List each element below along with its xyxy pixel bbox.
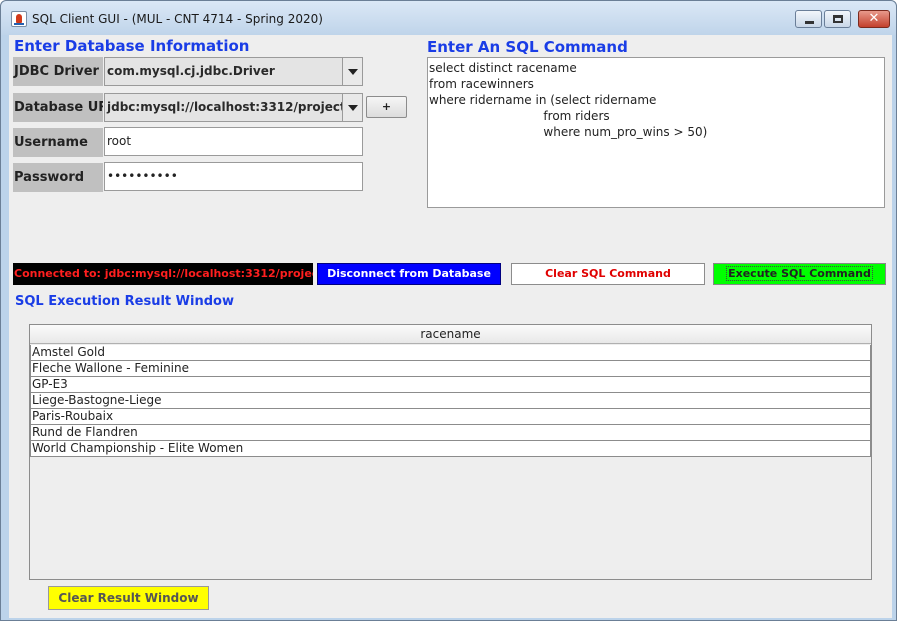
database-url-select[interactable]: jdbc:mysql://localhost:3312/project3 — [104, 93, 363, 122]
close-button[interactable]: ✕ — [858, 10, 890, 28]
title-bar: SQL Client GUI - (MUL - CNT 4714 - Sprin… — [1, 1, 896, 35]
password-field[interactable]: •••••••••• — [104, 162, 363, 191]
sql-line: where ridername in (select ridername — [429, 93, 657, 107]
result-table[interactable]: racename Amstel Gold Fleche Wallone - Fe… — [29, 324, 872, 580]
jdbc-driver-label: JDBC Driver — [13, 57, 103, 86]
minimize-button[interactable] — [795, 10, 822, 28]
execute-sql-label: Execute SQL Command — [726, 266, 873, 281]
sql-line: where num_pro_wins > 50) — [429, 125, 708, 139]
maximize-button[interactable] — [824, 10, 851, 28]
connection-status: Connected to: jdbc:mysql://localhost:331… — [13, 263, 313, 285]
jdbc-driver-select[interactable]: com.mysql.cj.jdbc.Driver — [104, 57, 363, 86]
disconnect-button[interactable]: Disconnect from Database — [317, 263, 501, 285]
password-label: Password — [13, 163, 103, 192]
java-app-icon — [11, 11, 27, 27]
chevron-down-icon[interactable] — [342, 94, 362, 121]
sql-line: from racewinners — [429, 77, 534, 91]
close-icon: ✕ — [868, 11, 880, 26]
table-row[interactable]: Paris-Roubaix — [30, 409, 871, 425]
db-info-heading: Enter Database Information — [14, 37, 250, 55]
column-header-racename[interactable]: racename — [30, 325, 871, 344]
add-url-button[interactable]: + — [366, 96, 407, 118]
table-row[interactable]: Liege-Bastogne-Liege — [30, 393, 871, 409]
sql-command-heading: Enter An SQL Command — [427, 38, 628, 56]
clear-result-window-button[interactable]: Clear Result Window — [48, 586, 209, 610]
window-title: SQL Client GUI - (MUL - CNT 4714 - Sprin… — [32, 12, 323, 26]
client-area: Enter Database Information JDBC Driver c… — [9, 35, 892, 618]
sql-line: from riders — [429, 109, 610, 123]
clear-sql-button[interactable]: Clear SQL Command — [511, 263, 705, 285]
database-url-label: Database URL — [13, 93, 103, 122]
jdbc-driver-value: com.mysql.cj.jdbc.Driver — [107, 64, 275, 78]
database-url-value: jdbc:mysql://localhost:3312/project3 — [107, 100, 355, 114]
sql-command-textarea[interactable]: select distinct racename from racewinner… — [427, 57, 885, 208]
execute-sql-button[interactable]: Execute SQL Command — [713, 263, 886, 285]
table-row[interactable]: Fleche Wallone - Feminine — [30, 361, 871, 377]
sql-line: select distinct racename — [429, 61, 577, 75]
app-window: SQL Client GUI - (MUL - CNT 4714 - Sprin… — [0, 0, 897, 621]
minimize-icon — [805, 21, 814, 24]
table-row[interactable]: Rund de Flandren — [30, 425, 871, 441]
table-row[interactable]: World Championship - Elite Women — [30, 441, 871, 457]
maximize-icon — [833, 15, 843, 23]
table-row[interactable]: GP-E3 — [30, 377, 871, 393]
table-row[interactable]: Amstel Gold — [30, 345, 871, 361]
chevron-down-icon[interactable] — [342, 58, 362, 85]
username-field[interactable]: root — [104, 127, 363, 156]
result-window-heading: SQL Execution Result Window — [15, 294, 234, 309]
username-label: Username — [13, 128, 103, 157]
